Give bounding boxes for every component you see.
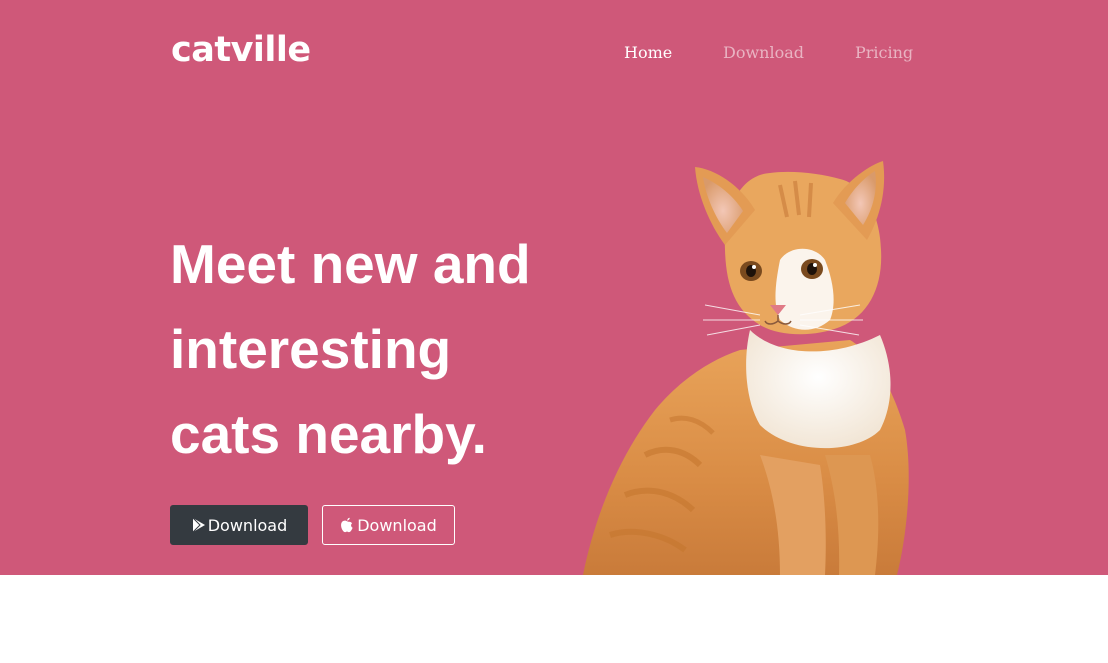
app-store-download-label: Download (357, 515, 437, 535)
headline-line-1: Meet new and (170, 233, 531, 295)
below-hero-section (0, 575, 1108, 663)
google-play-download-label: Download (207, 515, 288, 535)
hero-section: catville Home Download Pricing Meet new … (0, 0, 1108, 575)
nav-item-home[interactable]: Home (624, 43, 672, 62)
nav-item-pricing[interactable]: Pricing (855, 43, 913, 62)
play-store-icon (191, 517, 207, 533)
hero-headline: Meet new and interesting cats nearby. (170, 222, 590, 477)
apple-icon (340, 517, 356, 533)
nav-item-download[interactable]: Download (723, 43, 804, 62)
main-nav: Home Download Pricing (600, 43, 930, 67)
headline-line-3: cats nearby. (170, 403, 487, 465)
brand-logo[interactable]: catville (171, 30, 311, 70)
cat-photo (583, 161, 909, 575)
google-play-download-button[interactable]: Download (170, 505, 308, 545)
headline-line-2: interesting (170, 318, 452, 380)
app-store-download-button[interactable]: Download (322, 505, 455, 545)
